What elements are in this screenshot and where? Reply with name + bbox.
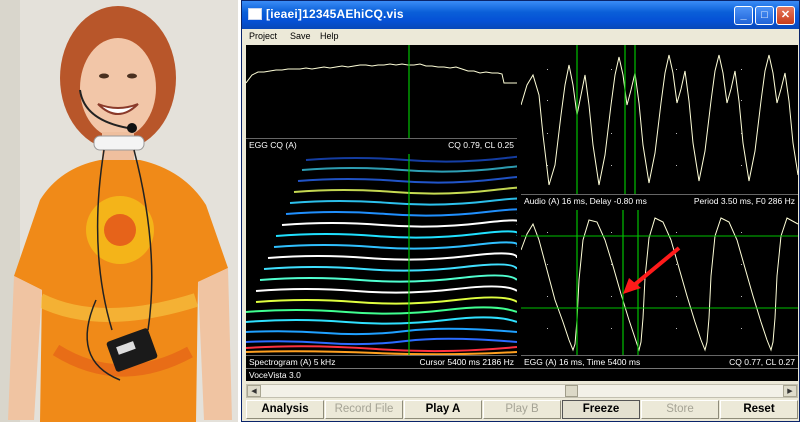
egg-cq-panel[interactable]: EGG CQ (A) CQ 0.79, CL 0.25 [246, 45, 517, 151]
spectrogram-label: Spectrogram (A) 5 kHz [249, 357, 336, 367]
egg-cq-caption: EGG CQ (A) CQ 0.79, CL 0.25 [246, 138, 517, 151]
minimize-button[interactable]: _ [734, 6, 753, 25]
scroll-thumb[interactable] [565, 385, 578, 397]
egg-cq-label: EGG CQ (A) [249, 140, 297, 150]
red-arrow-icon [623, 246, 681, 294]
spectrogram-cursor-readout: Cursor 5400 ms 2186 Hz [419, 357, 515, 367]
audio-values: Period 3.50 ms, F0 286 Hz [693, 196, 795, 206]
spectrogram-plot [246, 154, 517, 355]
menu-help[interactable]: Help [320, 31, 339, 41]
voce-vista-window: [ieaei]12345AEhiCQ.vis _ □ ✕ Project Sav… [241, 0, 800, 422]
audio-panel[interactable]: Audio (A) 16 ms, Delay -0.80 ms Period 3… [521, 45, 798, 207]
app-icon [248, 8, 262, 20]
egg-plot [521, 210, 798, 355]
title-bar[interactable]: [ieaei]12345AEhiCQ.vis _ □ ✕ [242, 1, 799, 29]
menu-bar: Project Save Help [242, 29, 799, 45]
egg-values: CQ 0.77, CL 0.27 [729, 357, 795, 367]
toolbar-buttons: Analysis Record File Play A Play B Freez… [246, 400, 798, 420]
maximize-button[interactable]: □ [755, 6, 774, 25]
scroll-right-icon[interactable]: ▶ [783, 385, 797, 397]
audio-plot [521, 45, 798, 194]
store-button[interactable]: Store [641, 400, 719, 419]
horizontal-scrollbar[interactable]: ◀ ▶ [246, 384, 798, 398]
window-title: [ieaei]12345AEhiCQ.vis [266, 7, 404, 21]
play-a-button[interactable]: Play A [404, 400, 482, 419]
egg-label: EGG (A) 16 ms, Time 5400 ms [524, 357, 641, 367]
close-button[interactable]: ✕ [776, 6, 795, 25]
spectrogram-caption: Spectrogram (A) 5 kHz Cursor 5400 ms 218… [246, 355, 517, 368]
play-b-button[interactable]: Play B [483, 400, 561, 419]
audio-label: Audio (A) 16 ms, Delay -0.80 ms [524, 196, 647, 206]
egg-panel[interactable]: EGG (A) 16 ms, Time 5400 ms CQ 0.77, CL … [521, 210, 798, 368]
status-bar: VoceVista 3.0 [246, 368, 798, 381]
egg-caption: EGG (A) 16 ms, Time 5400 ms CQ 0.77, CL … [521, 355, 798, 368]
photo-singer-with-electroglottograph [0, 0, 238, 422]
audio-caption: Audio (A) 16 ms, Delay -0.80 ms Period 3… [521, 194, 798, 207]
menu-project[interactable]: Project [249, 31, 277, 41]
record-file-button[interactable]: Record File [325, 400, 403, 419]
scroll-left-icon[interactable]: ◀ [247, 385, 261, 397]
egg-cq-trace [246, 63, 517, 84]
spectrogram-panel[interactable]: Spectrogram (A) 5 kHz Cursor 5400 ms 218… [246, 154, 517, 368]
freeze-button[interactable]: Freeze [562, 400, 640, 419]
analysis-area: EGG CQ (A) CQ 0.79, CL 0.25 Audio (A) 16… [246, 45, 798, 381]
egg-cq-values: CQ 0.79, CL 0.25 [448, 140, 514, 150]
analysis-button[interactable]: Analysis [246, 400, 324, 419]
reset-button[interactable]: Reset [720, 400, 798, 419]
audio-waveform [521, 54, 798, 186]
egg-cq-plot [246, 45, 517, 138]
menu-save[interactable]: Save [290, 31, 311, 41]
egg-waveform [521, 217, 798, 352]
